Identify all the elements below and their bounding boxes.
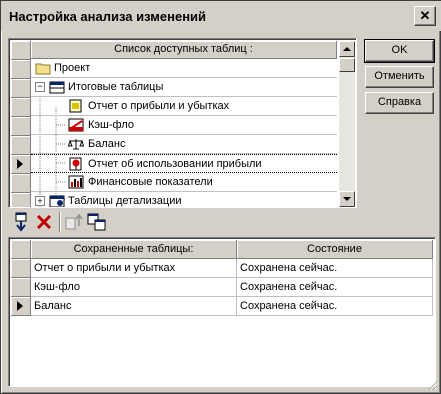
saved-table-name[interactable]: Баланс bbox=[31, 297, 237, 316]
tree-item-label: Финансовые показатели bbox=[88, 176, 213, 188]
scroll-thumb[interactable] bbox=[339, 58, 355, 72]
saved-table-name[interactable]: Кэш-фло bbox=[31, 278, 237, 297]
column-header-saved-tables[interactable]: Сохраненные таблицы: bbox=[31, 240, 237, 259]
tree-item-label: Кэш-фло bbox=[88, 119, 134, 131]
scroll-down-button[interactable] bbox=[339, 191, 355, 207]
available-tables-grid[interactable]: Список доступных таблиц : Проект − Итого… bbox=[8, 38, 357, 208]
close-button[interactable]: ✕ bbox=[414, 6, 436, 26]
tree-item-cash-flow[interactable]: Кэш-фло bbox=[31, 116, 337, 135]
tree-item-project[interactable]: Проект bbox=[31, 59, 337, 78]
row-indicator-current[interactable] bbox=[11, 155, 31, 174]
header-indicator-cell bbox=[11, 240, 31, 259]
title-bar: Настройка анализа изменений ✕ bbox=[1, 1, 441, 31]
report-icon bbox=[69, 99, 82, 113]
tree-item-detail-tables[interactable]: + Таблицы детализации bbox=[31, 192, 337, 207]
close-icon: ✕ bbox=[419, 8, 431, 23]
row-indicator[interactable] bbox=[11, 136, 31, 155]
collapse-toggle[interactable]: − bbox=[35, 82, 45, 92]
saved-table-name[interactable]: Отчет о прибыли и убытках bbox=[31, 259, 237, 278]
row-indicator[interactable] bbox=[11, 174, 31, 193]
row-indicator[interactable] bbox=[11, 117, 31, 136]
tables-vertical-scrollbar[interactable] bbox=[339, 41, 355, 207]
window-title: Настройка анализа изменений bbox=[9, 9, 207, 24]
scroll-up-button[interactable] bbox=[339, 41, 355, 57]
tree-item-summary-tables[interactable]: − Итоговые таблицы bbox=[31, 78, 337, 97]
copy-icon[interactable] bbox=[87, 212, 107, 232]
cancel-button[interactable]: Отменить bbox=[365, 66, 434, 88]
row-indicator[interactable] bbox=[11, 60, 31, 79]
ok-button[interactable]: OK bbox=[364, 39, 435, 63]
row-indicator-column bbox=[11, 41, 31, 207]
row-indicator[interactable] bbox=[11, 278, 31, 297]
tree-item-label: Итоговые таблицы bbox=[68, 81, 164, 93]
row-indicator[interactable] bbox=[11, 79, 31, 98]
row-indicator[interactable] bbox=[11, 259, 31, 278]
profit-usage-icon bbox=[69, 157, 82, 171]
column-header-status[interactable]: Состояние bbox=[237, 240, 433, 259]
tree-item-label: Отчет об использовании прибыли bbox=[88, 158, 262, 170]
detail-tables-icon bbox=[49, 195, 65, 207]
tables-list-header[interactable]: Список доступных таблиц : bbox=[31, 41, 337, 59]
tree-item-balance[interactable]: Баланс bbox=[31, 135, 337, 154]
toolbar-separator bbox=[59, 212, 61, 232]
saved-table-status[interactable]: Сохранена сейчас. bbox=[237, 259, 433, 278]
current-row-arrow-icon bbox=[17, 159, 23, 169]
balance-scale-icon bbox=[68, 139, 84, 150]
help-button[interactable]: Справка bbox=[365, 92, 434, 114]
tree-item-profit-usage[interactable]: Отчет об использовании прибыли bbox=[31, 154, 337, 173]
tree-item-label: Проект bbox=[54, 62, 91, 74]
add-table-icon[interactable] bbox=[11, 212, 31, 232]
tree-item-financial-indicators[interactable]: Финансовые показатели bbox=[31, 173, 337, 192]
scroll-down-icon bbox=[343, 197, 351, 201]
tree-item-label: Баланс bbox=[88, 138, 126, 150]
scroll-up-icon bbox=[343, 47, 351, 51]
current-row-arrow-icon bbox=[17, 301, 23, 311]
folder-icon bbox=[35, 63, 51, 75]
tree-item-income-statement[interactable]: Отчет о прибыли и убытках bbox=[31, 97, 337, 116]
resize-grip-icon[interactable] bbox=[426, 379, 438, 391]
row-indicator[interactable] bbox=[11, 193, 31, 207]
row-indicator[interactable] bbox=[11, 98, 31, 117]
row-indicator-current[interactable] bbox=[11, 297, 31, 316]
bar-chart-icon bbox=[68, 175, 84, 189]
saved-tables-grid[interactable]: Сохраненные таблицы: Состояние Отчет о п… bbox=[8, 237, 436, 387]
tree-item-label: Таблицы детализации bbox=[68, 195, 182, 207]
table-group-icon bbox=[49, 81, 65, 94]
saved-table-status[interactable]: Сохранена сейчас. bbox=[237, 297, 433, 316]
cash-flow-chart-icon bbox=[68, 118, 84, 132]
dialog-window: Настройка анализа изменений ✕ Список дос… bbox=[0, 0, 441, 394]
header-indicator-cell bbox=[11, 41, 31, 60]
tree-item-label: Отчет о прибыли и убытках bbox=[88, 100, 230, 112]
saved-table-status[interactable]: Сохранена сейчас. bbox=[237, 278, 433, 297]
delete-icon[interactable] bbox=[34, 212, 54, 232]
expand-toggle[interactable]: + bbox=[35, 196, 45, 206]
move-up-icon[interactable] bbox=[64, 212, 84, 232]
